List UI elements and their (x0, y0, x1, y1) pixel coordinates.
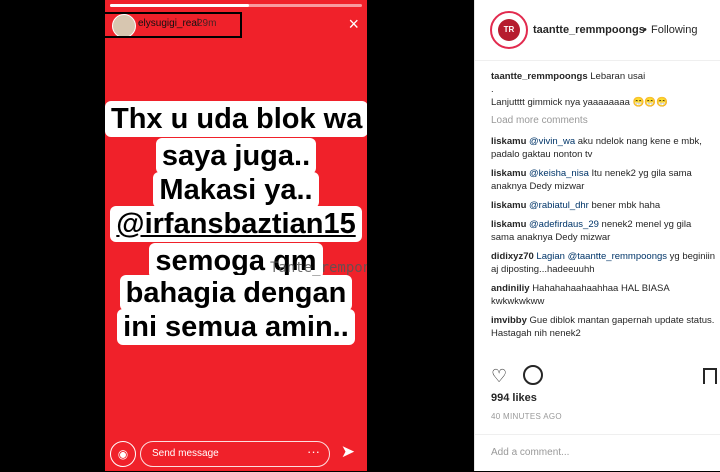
heart-icon[interactable]: ♡ (491, 366, 507, 387)
story-text-line: Makasi ya.. (105, 172, 367, 208)
comment-item: imvibby Gue diblok mantan gapernah updat… (491, 314, 717, 340)
profile-avatar[interactable]: TR (490, 11, 528, 49)
highlight-box (105, 12, 242, 38)
comment-username[interactable]: liskamu (491, 168, 526, 179)
story-reply-bar: ◉ Send message ··· ➤ (105, 440, 367, 468)
paper-plane-icon[interactable]: ➤ (341, 442, 355, 462)
comment-item: liskamu @keisha_nisa Itu nenek2 yg gila … (491, 167, 717, 193)
caption-username[interactable]: taantte_remmpoongs (491, 71, 588, 82)
caption: taantte_remmpoongs Lebaran usai (491, 70, 717, 83)
story-text-line: @irfansbaztian15 (105, 206, 367, 242)
watermark-text: Tante_rempong (270, 260, 367, 276)
comment-mention[interactable]: @adefirdaus_29 (529, 219, 599, 230)
story-text: ini semua amin.. (117, 309, 355, 345)
comment-item: liskamu @rabiatul_dhr bener mbk haha (491, 199, 717, 212)
comment-username[interactable]: didixyz70 (491, 251, 534, 262)
send-message-placeholder: Send message (152, 448, 219, 459)
story-progress-bar (110, 4, 362, 7)
separator-dot: • (643, 24, 647, 36)
like-count[interactable]: 994 likes (491, 392, 537, 404)
story-text: saya juga.. (155, 138, 317, 174)
bookmark-icon[interactable] (703, 368, 717, 384)
post-actions: ♡ (475, 365, 720, 388)
comment-mention[interactable]: @vivin_wa (529, 136, 575, 147)
add-comment-input[interactable]: Add a comment... (491, 447, 569, 458)
story-text-line: bahagia dengan (105, 275, 367, 311)
post-sidebar: TR taantte_remmpoongs • Following taantt… (474, 0, 720, 471)
comment-mention[interactable]: Lagian @taantte_remmpoongs (536, 251, 667, 262)
comment-mention[interactable]: @keisha_nisa (529, 168, 589, 179)
comment-item: liskamu @adefirdaus_29 nenek2 menel yg g… (491, 218, 717, 244)
comment-username[interactable]: liskamu (491, 219, 526, 230)
camera-icon[interactable]: ◉ (110, 441, 136, 467)
caption-line: . (491, 84, 494, 95)
comment-username[interactable]: imvibby (491, 315, 527, 326)
following-button[interactable]: Following (651, 24, 697, 36)
story-text-line: saya juga.. (105, 138, 367, 174)
send-message-input[interactable]: Send message ··· (140, 441, 330, 467)
comment-username[interactable]: liskamu (491, 136, 526, 147)
comment-username[interactable]: liskamu (491, 200, 526, 211)
story-text-line: Thx u uda blok wa (105, 101, 367, 137)
story-mention[interactable]: @irfansbaztian15 (110, 206, 362, 242)
story-text: bahagia dengan (119, 275, 353, 311)
comment-item: didixyz70 Lagian @taantte_remmpoongs yg … (491, 250, 717, 276)
comment-icon[interactable] (523, 365, 543, 385)
story-header: elysugigi_real 29m × (105, 11, 367, 39)
comment-item: andiniliy Hahahahaahaahhaa HAL BIASA kwk… (491, 282, 717, 308)
post-header: TR taantte_remmpoongs • Following (475, 0, 720, 61)
close-icon[interactable]: × (348, 15, 359, 33)
comments-list: taantte_remmpoongs Lebaran usai . Lanjut… (491, 70, 717, 346)
caption-text: Lebaran usai (590, 71, 646, 82)
comment-username[interactable]: andiniliy (491, 283, 530, 294)
story-text: Makasi ya.. (153, 172, 319, 208)
post-username[interactable]: taantte_remmpoongs (533, 24, 645, 36)
story-text: Thx u uda blok wa (105, 101, 367, 137)
comment-text: bener mbk haha (591, 200, 661, 211)
load-more-comments-link[interactable]: Load more comments (491, 115, 717, 126)
comment-entries: liskamu @vivin_wa aku ndelok nang kene e… (491, 135, 717, 340)
screenshot-canvas: elysugigi_real 29m × Thx u uda blok wa s… (0, 0, 720, 471)
comment-mention[interactable]: @rabiatul_dhr (529, 200, 589, 211)
caption-line: Lanjutttt gimmick nya yaaaaaaaa 😁😁😁 (491, 97, 669, 108)
post-timestamp: 40 MINUTES AGO (491, 412, 562, 421)
add-comment-bar[interactable]: Add a comment... (475, 434, 720, 472)
comment-item: liskamu @vivin_wa aku ndelok nang kene e… (491, 135, 717, 161)
story-viewer: elysugigi_real 29m × Thx u uda blok wa s… (105, 0, 367, 471)
more-options-icon[interactable]: ··· (307, 444, 320, 459)
avatar-image: TR (498, 19, 520, 41)
story-text-line: ini semua amin.. (105, 309, 367, 345)
story-progress-fill (110, 4, 249, 7)
